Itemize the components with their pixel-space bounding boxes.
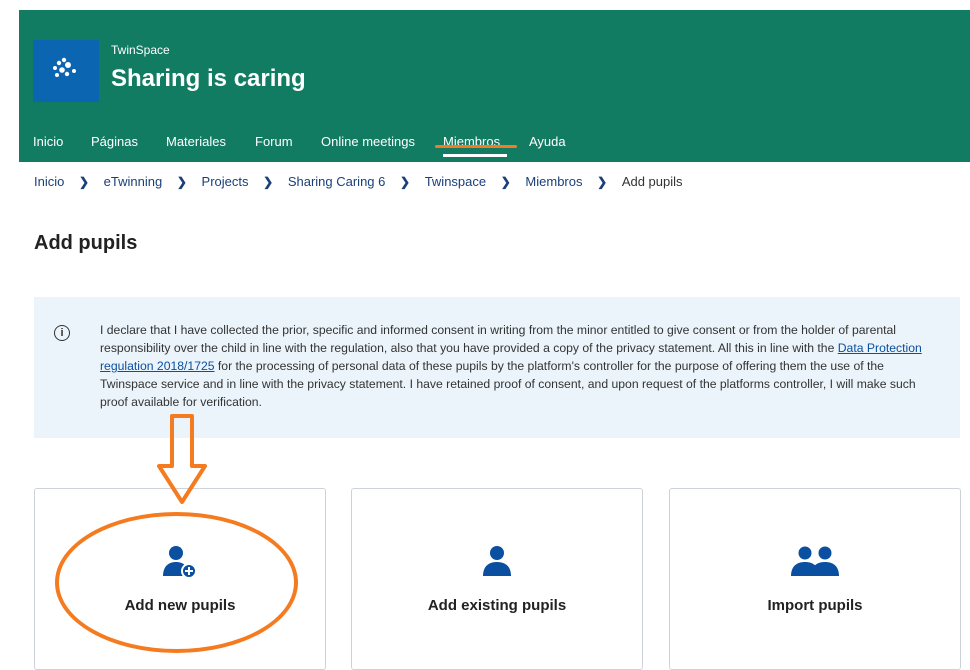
add-existing-pupils-label: Add existing pupils (427, 597, 567, 614)
chevron-right-icon: ❯ (500, 175, 511, 189)
page-title: Add pupils (34, 232, 138, 254)
breadcrumb-inicio[interactable]: Inicio (34, 174, 64, 189)
breadcrumb-etwinning[interactable]: eTwinning (104, 174, 163, 189)
breadcrumb-miembros[interactable]: Miembros (525, 174, 582, 189)
annotation-underline (435, 145, 517, 148)
nav-materiales[interactable]: Materiales (166, 134, 226, 149)
breadcrumb-twinspace[interactable]: Twinspace (425, 174, 486, 189)
annotation-circle (55, 512, 298, 653)
consent-text-part2: for the processing of personal data of t… (100, 359, 916, 409)
nav-inicio[interactable]: Inicio (33, 134, 63, 149)
breadcrumb-current: Add pupils (621, 174, 683, 189)
user-icon (352, 545, 642, 584)
users-icon (670, 545, 960, 584)
annotation-arrow-icon (157, 414, 207, 504)
twinspace-header: TwinSpace Sharing is caring Inicio Págin… (19, 10, 970, 162)
space-label: TwinSpace (111, 43, 170, 57)
info-circle-icon: i (54, 325, 70, 341)
chevron-right-icon: ❯ (78, 175, 90, 189)
nav-online-meetings[interactable]: Online meetings (321, 134, 415, 149)
chevron-right-icon: ❯ (400, 175, 411, 189)
import-pupils-card[interactable]: Import pupils (669, 488, 961, 670)
breadcrumb-projects[interactable]: Projects (202, 174, 249, 189)
breadcrumb-project[interactable]: Sharing Caring 6 (288, 174, 386, 189)
twinspace-logo[interactable] (33, 40, 99, 102)
nav-paginas[interactable]: Páginas (91, 134, 138, 149)
consent-text: I declare that I have collected the prio… (100, 321, 930, 411)
breadcrumb: Inicio ❯ eTwinning ❯ Projects ❯ Sharing … (34, 174, 683, 189)
chevron-right-icon: ❯ (263, 175, 274, 189)
add-existing-pupils-card[interactable]: Add existing pupils (351, 488, 643, 670)
nav-ayuda[interactable]: Ayuda (529, 134, 566, 149)
stars-logo-icon (53, 57, 76, 77)
active-tab-indicator (443, 154, 507, 157)
nav-forum[interactable]: Forum (255, 134, 293, 149)
space-title[interactable]: Sharing is caring (111, 65, 306, 93)
consent-text-part1: I declare that I have collected the prio… (100, 323, 896, 355)
import-pupils-label: Import pupils (767, 597, 863, 614)
chevron-right-icon: ❯ (597, 175, 608, 189)
chevron-right-icon: ❯ (176, 175, 187, 189)
